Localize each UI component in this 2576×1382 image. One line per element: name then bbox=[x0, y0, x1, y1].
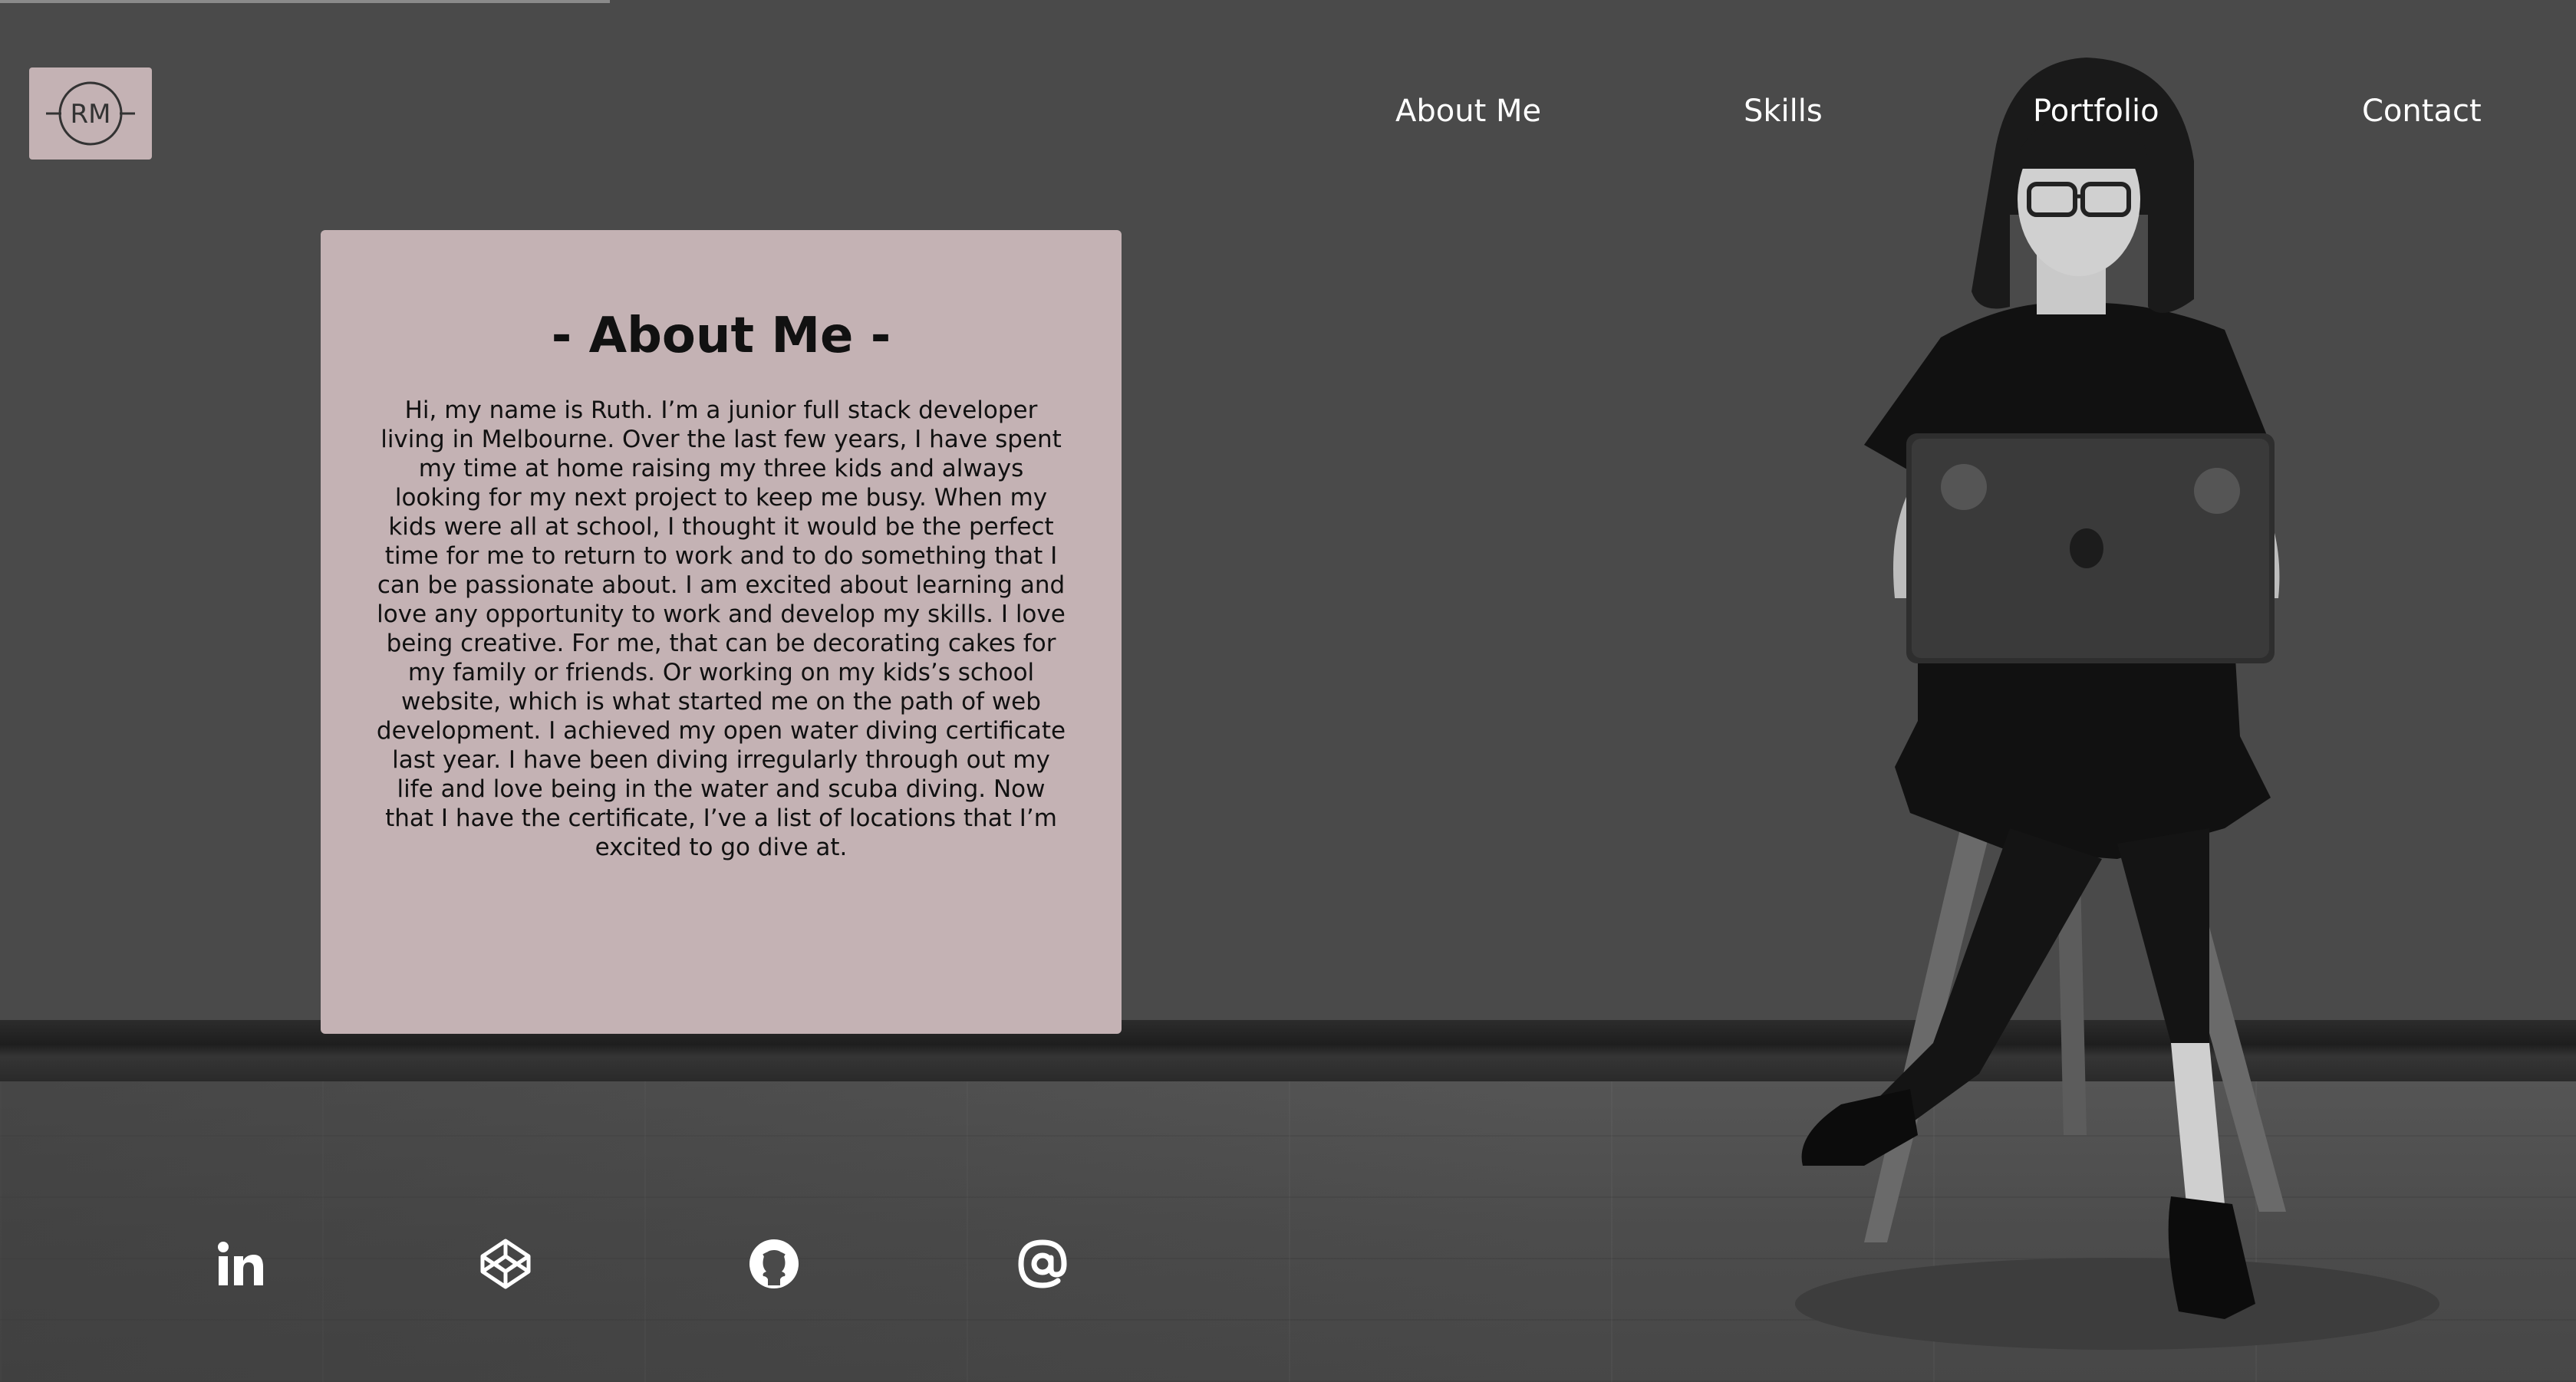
profile-photo bbox=[1795, 58, 2439, 1350]
linkedin-icon bbox=[218, 1242, 263, 1285]
codepen-icon bbox=[480, 1239, 531, 1289]
github-link[interactable] bbox=[737, 1227, 811, 1301]
nav-about-me[interactable]: About Me bbox=[1395, 94, 1541, 129]
at-sign-icon bbox=[1018, 1239, 1067, 1288]
about-title: - About Me - bbox=[551, 308, 891, 364]
about-body: Hi, my name is Ruth. I’m a junior full s… bbox=[376, 397, 1066, 861]
github-icon bbox=[749, 1239, 799, 1288]
nav-portfolio[interactable]: Portfolio bbox=[2033, 94, 2159, 129]
progress-line bbox=[0, 0, 610, 3]
about-card: - About Me - Hi, my name is Ruth. I’m a … bbox=[321, 230, 1122, 1034]
nav-contact[interactable]: Contact bbox=[2362, 94, 2482, 129]
nav-skills[interactable]: Skills bbox=[1744, 94, 1823, 129]
main-nav: About Me Skills Portfolio Contact bbox=[0, 94, 2576, 140]
codepen-link[interactable] bbox=[469, 1227, 542, 1301]
page: RM About Me Skills Portfolio Contact - A… bbox=[0, 0, 2576, 1382]
email-link[interactable] bbox=[1006, 1227, 1079, 1301]
linkedin-link[interactable] bbox=[203, 1227, 277, 1301]
